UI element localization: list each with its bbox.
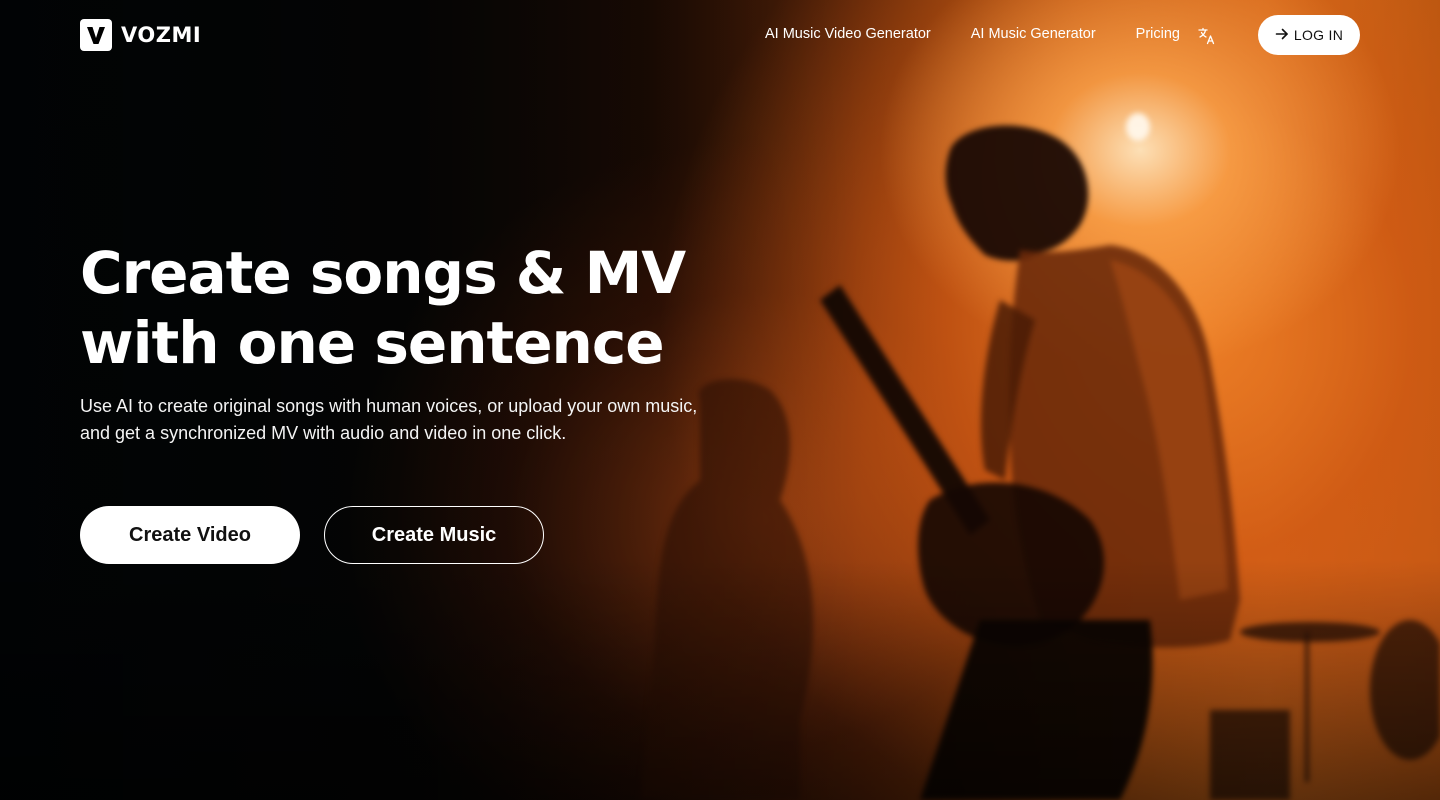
login-button[interactable]: LOG IN: [1258, 15, 1360, 55]
translate-icon[interactable]: [1197, 26, 1217, 46]
hero-title: Create songs & MV with one sentence: [80, 238, 700, 378]
hero-title-line-1: Create songs & MV: [80, 239, 686, 307]
hero-subtitle: Use AI to create original songs with hum…: [80, 396, 698, 443]
create-music-button[interactable]: Create Music: [324, 506, 544, 564]
site-header: VOZMI AI Music Video Generator AI Music …: [0, 0, 1440, 70]
nav-item-pricing[interactable]: Pricing: [1136, 26, 1180, 42]
main-nav: AI Music Video Generator AI Music Genera…: [765, 26, 1180, 42]
brand-logo-link[interactable]: VOZMI: [80, 19, 201, 51]
login-label: LOG IN: [1293, 27, 1344, 43]
nav-item-ai-music-generator[interactable]: AI Music Generator: [971, 26, 1096, 42]
brand-name: VOZMI: [121, 23, 202, 47]
logo-icon: [80, 19, 112, 51]
create-video-button[interactable]: Create Video: [80, 506, 300, 564]
arrow-right-icon: [1275, 27, 1289, 44]
hero-title-line-2: with one sentence: [80, 309, 665, 377]
nav-item-ai-music-video-generator[interactable]: AI Music Video Generator: [765, 26, 931, 42]
